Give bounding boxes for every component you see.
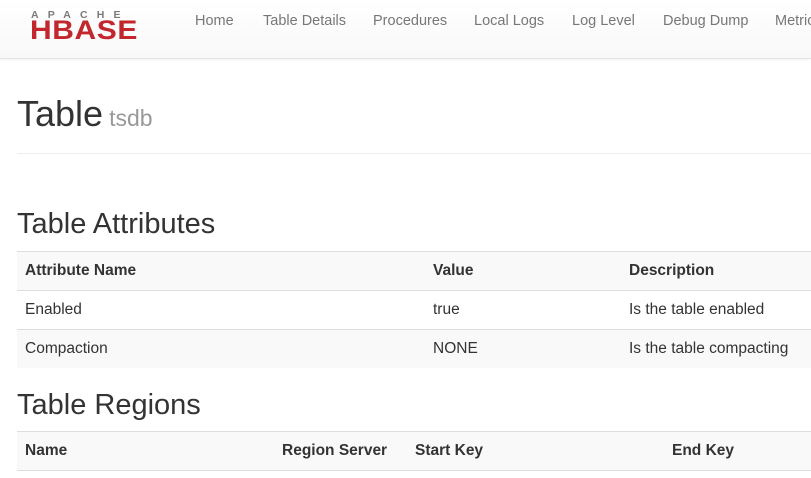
logo-hbase-text: HBASE (30, 15, 139, 46)
attribute-name-cell: Enabled (25, 301, 82, 318)
table-header-row: Name Region Server Start Key End Key (17, 431, 811, 470)
nav-home[interactable]: Home (195, 12, 234, 30)
nav-procedures[interactable]: Procedures (373, 12, 447, 30)
top-navbar: APACHE HBASE Home Table Details Procedur… (0, 0, 811, 59)
nav-metrics[interactable]: Metrics (775, 12, 811, 30)
attribute-name-cell: Compaction (25, 340, 108, 357)
column-header-value: Value (433, 262, 474, 279)
nav-table-details[interactable]: Table Details (263, 12, 346, 30)
attribute-value-cell: true (433, 301, 460, 318)
column-header-region-server: Region Server (282, 442, 388, 459)
column-header-attribute-name: Attribute Name (25, 262, 137, 279)
table-row: Compaction NONE Is the table compacting (17, 329, 811, 368)
table-regions-table: Name Region Server Start Key End Key (17, 431, 811, 471)
page-title-text: Table (17, 93, 104, 134)
table-header-row: Attribute Name Value Description (17, 251, 811, 290)
table-regions-heading: Table Regions (17, 389, 201, 421)
column-header-name: Name (25, 442, 68, 459)
column-header-start-key: Start Key (415, 442, 484, 459)
column-header-end-key: End Key (672, 442, 735, 459)
table-attributes-table: Attribute Name Value Description Enabled… (17, 251, 811, 369)
hbase-logo[interactable]: APACHE HBASE (30, 10, 167, 46)
table-bottom-border (17, 470, 811, 471)
table-row: Enabled true Is the table enabled (17, 290, 811, 329)
page-title: Table tsdb (17, 93, 153, 139)
nav-debug-dump[interactable]: Debug Dump (663, 12, 748, 30)
table-name-subtitle: tsdb (109, 105, 153, 131)
title-divider (17, 153, 811, 154)
column-header-description: Description (629, 262, 715, 279)
attribute-description-cell: Is the table compacting (629, 340, 789, 357)
attribute-description-cell: Is the table enabled (629, 301, 765, 318)
attribute-value-cell: NONE (433, 340, 478, 357)
nav-local-logs[interactable]: Local Logs (474, 12, 544, 30)
table-attributes-heading: Table Attributes (17, 208, 216, 240)
nav-log-level[interactable]: Log Level (572, 12, 635, 30)
